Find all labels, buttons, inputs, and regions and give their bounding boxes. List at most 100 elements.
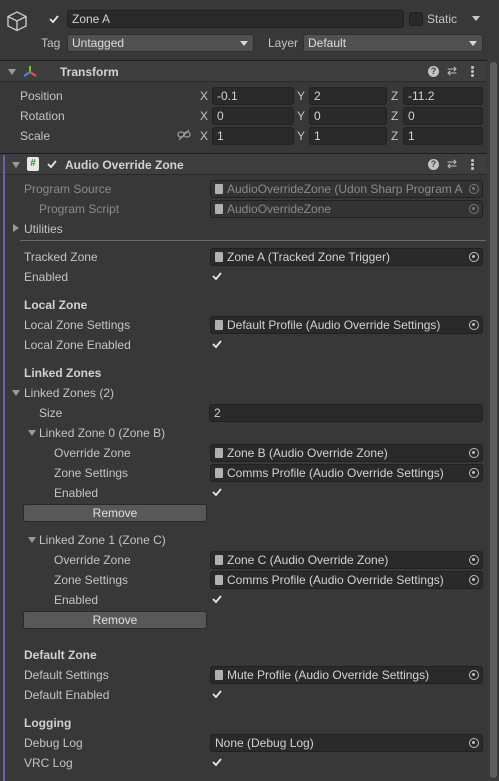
active-checkbox[interactable] [47, 12, 61, 26]
rotation-z-label[interactable]: Z [391, 108, 398, 124]
scale-x-field[interactable]: 1 [212, 127, 294, 145]
position-y-label[interactable]: Y [297, 88, 305, 104]
transform-header[interactable]: Transform ? ⇄ [0, 60, 487, 82]
linked-enabled-label: Enabled [54, 593, 99, 607]
audio-override-zone-header[interactable]: # Audio Override Zone ? ⇄ [0, 153, 487, 175]
size-field[interactable]: 2 [209, 404, 483, 422]
object-picker-icon[interactable] [469, 320, 479, 330]
tag-dropdown[interactable]: Untagged [67, 34, 254, 52]
file-icon [215, 184, 223, 194]
rotation-y-label[interactable]: Y [297, 108, 305, 124]
object-picker-icon[interactable] [469, 555, 479, 565]
transform-title: Transform [60, 65, 119, 79]
transform-foldout-icon[interactable] [8, 69, 16, 75]
tracked-zone-field[interactable]: Zone A (Tracked Zone Trigger) [210, 248, 483, 266]
debug-log-field[interactable]: None (Debug Log) [210, 734, 483, 752]
file-icon [215, 252, 223, 262]
object-picker-icon[interactable] [469, 448, 479, 458]
utilities-label[interactable]: Utilities [24, 221, 63, 237]
vrc-log-checkbox[interactable] [210, 755, 224, 769]
rotation-z-field[interactable]: 0 [403, 107, 483, 125]
object-picker-icon [469, 204, 479, 214]
local-zone-settings-value: Default Profile (Audio Override Settings… [227, 318, 441, 332]
zone-settings-value: Comms Profile (Audio Override Settings) [227, 573, 444, 587]
rotation-x-label[interactable]: X [200, 108, 208, 124]
object-picker-icon[interactable] [469, 575, 479, 585]
linked-zones-foldout-icon[interactable] [12, 390, 20, 396]
zone-settings-label: Zone Settings [54, 573, 129, 587]
enabled-checkbox[interactable] [210, 269, 224, 283]
scale-z-label[interactable]: Z [391, 128, 398, 144]
linked-zone-1-foldout-icon[interactable] [28, 537, 36, 543]
component-foldout-icon[interactable] [12, 162, 20, 168]
override-zone-field[interactable]: Zone B (Audio Override Zone) [210, 444, 483, 462]
help-icon[interactable]: ? [428, 66, 439, 77]
program-script-value: AudioOverrideZone [227, 202, 332, 216]
local-zone-settings-label: Local Zone Settings [24, 318, 131, 332]
local-zone-settings-field[interactable]: Default Profile (Audio Override Settings… [210, 316, 483, 334]
file-icon [215, 670, 223, 680]
local-zone-header: Local Zone [24, 298, 88, 312]
more-options-icon[interactable] [471, 159, 474, 170]
override-zone-value: Zone B (Audio Override Zone) [227, 446, 388, 460]
default-settings-value: Mute Profile (Audio Override Settings) [227, 668, 430, 682]
name-field[interactable]: Zone A [67, 10, 404, 28]
component-enabled-checkbox[interactable] [45, 157, 59, 171]
override-zone-field[interactable]: Zone C (Audio Override Zone) [210, 551, 483, 569]
position-z-label[interactable]: Z [391, 88, 398, 104]
object-picker-icon[interactable] [469, 738, 479, 748]
program-source-field: AudioOverrideZone (Udon Sharp Program A [210, 180, 483, 198]
program-script-field: AudioOverrideZone [210, 200, 483, 218]
linked-zone-0-enabled-checkbox[interactable] [210, 485, 224, 499]
position-z-field[interactable]: -11.2 [403, 87, 483, 105]
static-dropdown-arrow[interactable] [472, 16, 480, 21]
position-y-field[interactable]: 2 [309, 87, 387, 105]
linked-zone-1-enabled-checkbox[interactable] [210, 592, 224, 606]
tracked-zone-label: Tracked Zone [24, 250, 98, 264]
tracked-zone-value: Zone A (Tracked Zone Trigger) [227, 250, 390, 264]
script-icon: # [27, 157, 39, 171]
default-enabled-checkbox[interactable] [210, 687, 224, 701]
default-settings-field[interactable]: Mute Profile (Audio Override Settings) [210, 666, 483, 684]
linked-zone-0-label[interactable]: Linked Zone 0 (Zone B) [39, 425, 165, 441]
zone-settings-field[interactable]: Comms Profile (Audio Override Settings) [210, 571, 483, 589]
linked-zones-label[interactable]: Linked Zones (2) [24, 385, 114, 401]
debug-log-label: Debug Log [24, 736, 83, 750]
local-zone-enabled-checkbox[interactable] [210, 337, 224, 351]
position-x-field[interactable]: -0.1 [212, 87, 294, 105]
vrc-log-label: VRC Log [24, 756, 73, 770]
logging-header: Logging [24, 716, 72, 730]
scale-y-field[interactable]: 1 [309, 127, 387, 145]
help-icon[interactable]: ? [428, 159, 439, 170]
rotation-x-field[interactable]: 0 [212, 107, 294, 125]
static-checkbox[interactable] [409, 12, 423, 26]
layer-dropdown[interactable]: Default [303, 34, 483, 52]
enabled-label: Enabled [24, 270, 69, 284]
scale-y-label[interactable]: Y [297, 128, 305, 144]
local-zone-enabled-label: Local Zone Enabled [24, 338, 131, 352]
object-picker-icon[interactable] [469, 670, 479, 680]
scale-x-label[interactable]: X [200, 128, 208, 144]
presets-icon[interactable]: ⇄ [447, 64, 457, 78]
object-picker-icon[interactable] [469, 468, 479, 478]
linked-zone-0-foldout-icon[interactable] [28, 430, 36, 436]
layer-value: Default [308, 36, 347, 50]
linked-zones-header: Linked Zones [24, 366, 102, 380]
zone-settings-field[interactable]: Comms Profile (Audio Override Settings) [210, 464, 483, 482]
presets-icon[interactable]: ⇄ [447, 157, 457, 171]
rotation-y-field[interactable]: 0 [309, 107, 387, 125]
transform-icon [22, 65, 38, 82]
remove-button[interactable]: Remove [23, 611, 207, 629]
default-zone-header: Default Zone [24, 648, 97, 662]
scale-z-field[interactable]: 1 [403, 127, 483, 145]
override-zone-value: Zone C (Audio Override Zone) [227, 553, 389, 567]
more-options-icon[interactable] [471, 66, 474, 77]
object-picker-icon[interactable] [469, 252, 479, 262]
scrollbar-thumb[interactable] [490, 62, 497, 778]
debug-log-value: None (Debug Log) [215, 736, 314, 750]
utilities-foldout-icon[interactable] [13, 224, 19, 232]
position-x-label[interactable]: X [200, 88, 208, 104]
remove-button[interactable]: Remove [23, 504, 207, 522]
constrain-proportions-icon[interactable] [177, 129, 191, 144]
linked-zone-1-label[interactable]: Linked Zone 1 (Zone C) [39, 532, 166, 548]
